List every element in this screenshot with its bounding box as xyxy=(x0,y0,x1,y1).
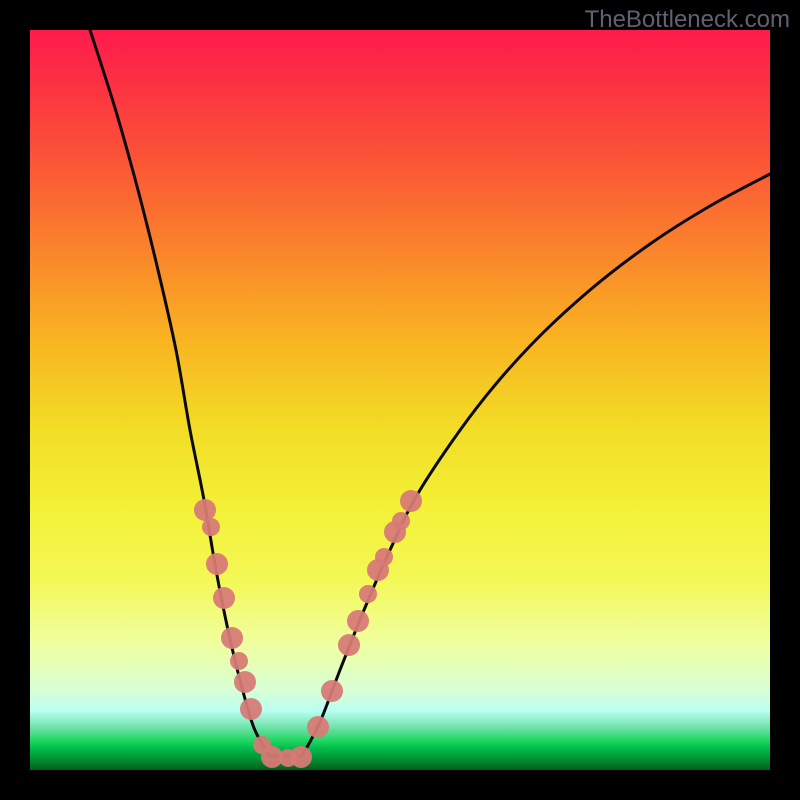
data-dot xyxy=(240,698,262,720)
curve-left xyxy=(90,30,270,756)
data-dot xyxy=(202,518,220,536)
data-dot xyxy=(392,512,410,530)
data-dot xyxy=(230,652,248,670)
data-dot xyxy=(321,680,343,702)
watermark-text: TheBottleneck.com xyxy=(585,6,790,34)
data-dot xyxy=(347,610,369,632)
data-dot xyxy=(213,587,235,609)
data-dot xyxy=(400,490,422,512)
data-dot xyxy=(221,627,243,649)
image-root: TheBottleneck.com xyxy=(0,0,800,800)
data-dot xyxy=(307,716,329,738)
data-dot xyxy=(194,499,216,521)
chart-frame xyxy=(30,30,770,770)
data-dot xyxy=(234,671,256,693)
data-dot xyxy=(338,634,360,656)
data-dot xyxy=(375,548,393,566)
data-dot xyxy=(359,585,377,603)
curve-right xyxy=(302,174,770,756)
data-dot xyxy=(290,746,312,768)
chart-svg xyxy=(30,30,770,770)
data-dot xyxy=(206,553,228,575)
